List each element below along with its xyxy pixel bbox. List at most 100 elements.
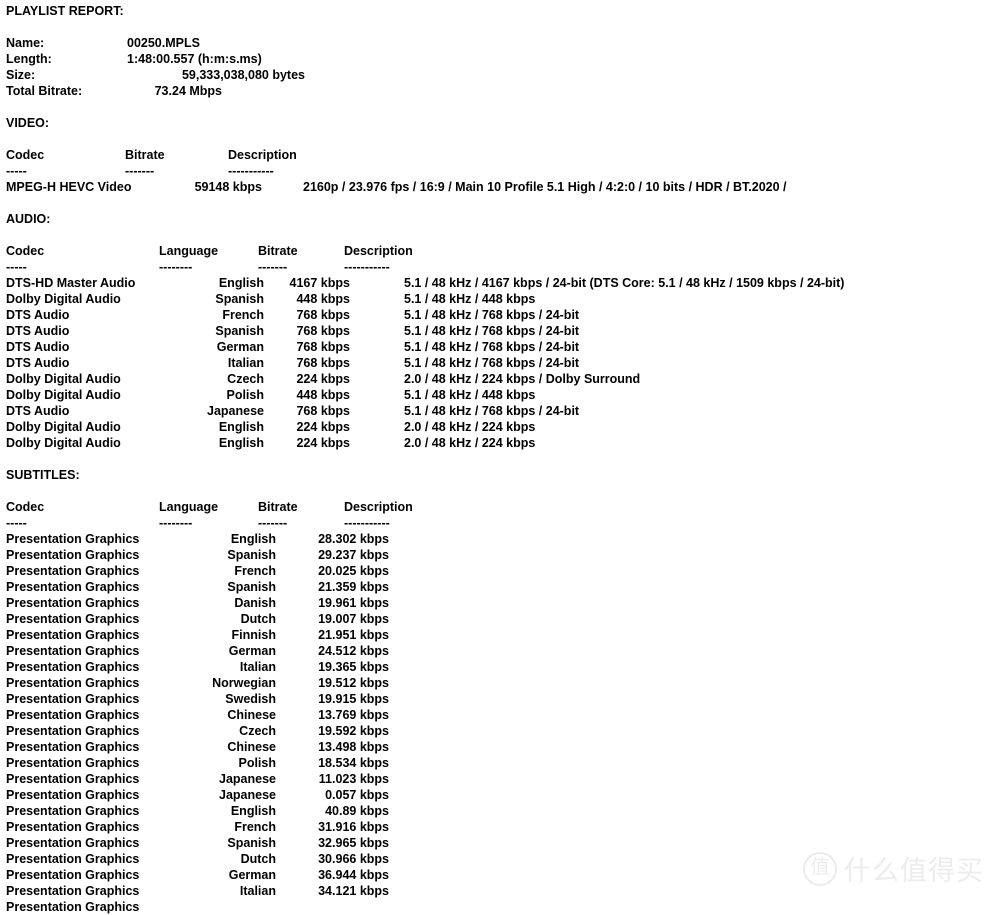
subtitle-codec: Presentation Graphics — [6, 628, 140, 642]
subtitle-language: French — [234, 820, 276, 834]
subtitle-language: Japanese — [219, 772, 276, 786]
summary-row: Size: 59,333,038,080 bytes — [0, 67, 996, 83]
subtitle-bitrate: 32.965 kbps — [318, 836, 389, 850]
subtitle-track-row: Presentation Graphics Japanese 0.057 kbps — [0, 787, 996, 803]
video-dash-bitrate: ------- — [125, 164, 155, 178]
subtitle-bitrate: 40.89 kbps — [325, 804, 389, 818]
subtitle-language: Spanish — [227, 836, 276, 850]
audio-description: 5.1 / 48 kHz / 768 kbps / 24-bit — [404, 340, 580, 354]
subtitle-codec: Presentation Graphics — [6, 532, 140, 546]
report-title-row: PLAYLIST REPORT: — [0, 3, 996, 19]
subtitle-codec: Presentation Graphics — [6, 644, 140, 658]
subtitle-bitrate: 29.237 kbps — [318, 548, 389, 562]
audio-codec: Dolby Digital Audio — [6, 420, 121, 434]
subtitle-language: Spanish — [227, 548, 276, 562]
subtitle-bitrate: 19.592 kbps — [318, 724, 389, 738]
subtitle-language: Chinese — [227, 708, 276, 722]
audio-track-row: Dolby Digital Audio English 224 kbps 2.0 / … — [0, 435, 996, 451]
subtitle-language: Italian — [239, 660, 276, 674]
audio-description: 5.1 / 48 kHz / 4167 kbps / 24-bit (DTS C… — [404, 276, 845, 290]
subtitle-language: Swedish — [225, 692, 276, 706]
subtitle-codec: Presentation Graphics — [6, 852, 140, 866]
audio-description: 5.1 / 48 kHz / 768 kbps / 24-bit — [404, 404, 580, 418]
subtitle-track-row: Presentation Graphics Norwegian 19.512 kbp… — [0, 675, 996, 691]
subtitle-track-row: Presentation Graphics Italian 19.365 kbps — [0, 659, 996, 675]
audio-bitrate: 448 kbps — [296, 388, 350, 402]
video-track-row: MPEG-H HEVC Video 59148 kbps 2160p / 23.97… — [0, 179, 996, 195]
subtitle-bitrate: 20.025 kbps — [318, 564, 389, 578]
subtitle-bitrate: 21.951 kbps — [318, 628, 389, 642]
subtitle-codec: Presentation Graphics — [6, 756, 140, 770]
summary-row: Total Bitrate: 73.24 Mbps — [0, 83, 996, 99]
summary-label: Total Bitrate: — [6, 84, 83, 98]
subtitle-track-row: Presentation Graphics Polish 18.534 kbps — [0, 755, 996, 771]
audio-col-codec: Codec — [6, 244, 45, 258]
subtitle-bitrate: 0.057 kbps — [325, 788, 389, 802]
audio-bitrate: 224 kbps — [296, 372, 350, 386]
subtitle-bitrate: 28.302 kbps — [318, 532, 389, 546]
summary-value-size: 59,333,038,080 bytes — [181, 68, 305, 82]
subtitle-track-row: Presentation Graphics English 40.89 kbps — [0, 803, 996, 819]
subtitle-codec: Presentation Graphics — [6, 900, 140, 914]
audio-description: 5.1 / 48 kHz / 768 kbps / 24-bit — [404, 324, 580, 338]
video-header-row: Codec Bitrate Description — [0, 147, 996, 163]
audio-bitrate: 768 kbps — [296, 324, 350, 338]
audio-codec: DTS Audio — [6, 404, 70, 418]
subtitles-col-codec: Codec — [6, 500, 45, 514]
subtitle-bitrate: 34.121 kbps — [318, 884, 389, 898]
audio-track-row: DTS Audio Japanese 768 kbps 5.1 / 48 kHz / … — [0, 403, 996, 419]
audio-section-heading-row: AUDIO: — [0, 211, 996, 227]
subtitles-section-heading-row: SUBTITLES: — [0, 467, 996, 483]
subtitle-language: French — [234, 564, 276, 578]
subtitle-track-row: Presentation Graphics German 36.944 kbps — [0, 867, 996, 883]
audio-bitrate: 4167 kbps — [289, 276, 350, 290]
audio-codec: Dolby Digital Audio — [6, 388, 121, 402]
video-section-heading: VIDEO: — [6, 116, 50, 130]
audio-dash-description: ----------- — [344, 260, 390, 274]
subtitles-dash-codec: ----- — [6, 516, 27, 530]
subtitle-track-row: Presentation Graphics Dutch 30.966 kbps — [0, 851, 996, 867]
audio-language: English — [218, 420, 264, 434]
audio-description: 5.1 / 48 kHz / 448 kbps — [404, 292, 536, 306]
audio-bitrate: 768 kbps — [296, 308, 350, 322]
subtitles-header-row: Codec Language Bitrate Description — [0, 499, 996, 515]
subtitle-track-row: Presentation Graphics Danish 19.961 kbps — [0, 595, 996, 611]
subtitle-codec: Presentation Graphics — [6, 724, 140, 738]
audio-col-language: Language — [159, 244, 219, 258]
subtitle-bitrate: 11.023 kbps — [318, 772, 389, 786]
subtitle-bitrate: 30.966 kbps — [318, 852, 389, 866]
video-col-bitrate: Bitrate — [125, 148, 165, 162]
summary-value-bitrate: 73.24 Mbps — [154, 84, 222, 98]
subtitles-dash-language: -------- — [159, 516, 193, 530]
subtitle-codec: Presentation Graphics — [6, 660, 140, 674]
audio-language: Polish — [226, 388, 264, 402]
video-description: 2160p / 23.976 fps / 16:9 / Main 10 Prof… — [303, 180, 787, 194]
subtitle-track-row: Presentation Graphics Spanish 29.237 kbps — [0, 547, 996, 563]
subtitle-codec: Presentation Graphics — [6, 740, 140, 754]
subtitle-codec: Presentation Graphics — [6, 596, 140, 610]
subtitle-codec: Presentation Graphics — [6, 868, 140, 882]
playlist-report-document: PLAYLIST REPORT: Name: 00250.MPLS Length: 1:… — [0, 0, 996, 914]
subtitle-codec: Presentation Graphics — [6, 820, 140, 834]
subtitle-track-row: Presentation Graphics Dutch 19.007 kbps — [0, 611, 996, 627]
audio-codec: Dolby Digital Audio — [6, 436, 121, 450]
audio-description: 2.0 / 48 kHz / 224 kbps — [404, 436, 536, 450]
subtitle-track-row: Presentation Graphics — [0, 899, 996, 915]
subtitle-track-row: Presentation Graphics Chinese 13.498 kbps — [0, 739, 996, 755]
audio-bitrate: 224 kbps — [296, 420, 350, 434]
summary-row: Length: 1:48:00.557 (h:m:s.ms) — [0, 51, 996, 67]
audio-track-row: DTS Audio French 768 kbps 5.1 / 48 kHz / 76… — [0, 307, 996, 323]
audio-track-row: Dolby Digital Audio Polish 448 kbps 5.1 / 4… — [0, 387, 996, 403]
summary-row: Name: 00250.MPLS — [0, 35, 996, 51]
subtitle-bitrate: 18.534 kbps — [318, 756, 389, 770]
subtitle-bitrate: 36.944 kbps — [318, 868, 389, 882]
audio-description: 5.1 / 48 kHz / 768 kbps / 24-bit — [404, 356, 580, 370]
subtitle-codec: Presentation Graphics — [6, 772, 140, 786]
subtitle-bitrate: 19.915 kbps — [318, 692, 389, 706]
subtitle-track-row: Presentation Graphics German 24.512 kbps — [0, 643, 996, 659]
subtitle-bitrate: 24.512 kbps — [318, 644, 389, 658]
subtitle-codec: Presentation Graphics — [6, 564, 140, 578]
summary-label: Size: — [6, 68, 36, 82]
audio-language: French — [222, 308, 264, 322]
audio-codec: DTS-HD Master Audio — [6, 276, 136, 290]
